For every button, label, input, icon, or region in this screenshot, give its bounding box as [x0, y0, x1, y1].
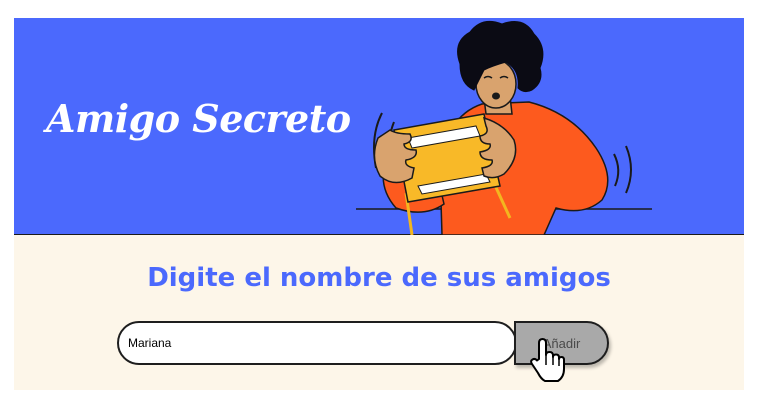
section-heading: Digite el nombre de sus amigos — [147, 263, 611, 293]
main-section: Digite el nombre de sus amigos Añadir — [14, 235, 744, 390]
app-frame: Amigo Secreto Digite el nombre de sus am… — [14, 18, 744, 390]
header-banner: Amigo Secreto — [14, 18, 744, 235]
friend-name-input[interactable] — [117, 321, 517, 365]
person-holding-game-controller-illustration — [356, 20, 652, 235]
app-title: Amigo Secreto — [46, 96, 351, 141]
hand-pointer-icon — [530, 338, 565, 382]
